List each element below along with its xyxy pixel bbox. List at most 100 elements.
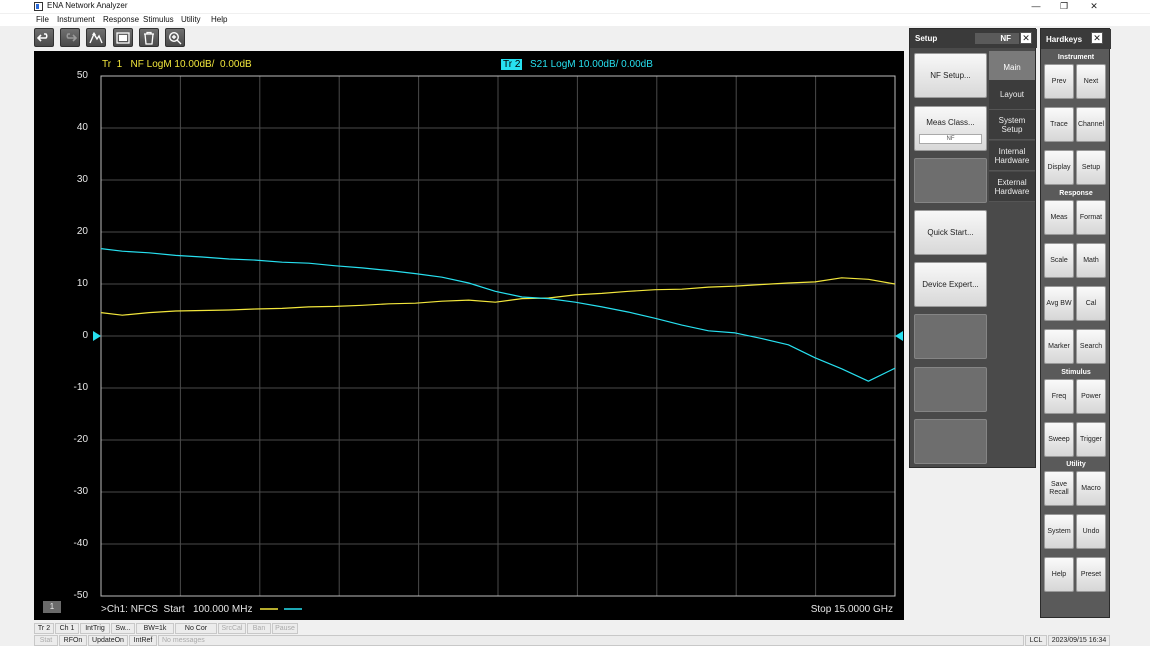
- trace-display[interactable]: Tr 1 NF LogM 10.00dB/ 0.00dB Tr 2 S21 Lo…: [34, 51, 904, 620]
- softkey-empty-3: [914, 367, 987, 412]
- setup-close-icon[interactable]: ✕: [1020, 32, 1032, 44]
- menu-response[interactable]: Response: [103, 15, 139, 24]
- tab-internal-hardware[interactable]: Internal Hardware: [989, 141, 1035, 171]
- softkey-value: NF: [919, 134, 982, 144]
- menu-utility[interactable]: Utility: [181, 15, 201, 24]
- redo-icon: [66, 33, 77, 42]
- status-ref[interactable]: IntRef: [129, 635, 157, 646]
- hardkey-setup[interactable]: Setup: [1076, 150, 1106, 185]
- app-icon: [34, 2, 43, 11]
- status-correction[interactable]: No Cor: [175, 623, 217, 634]
- status-stat: Stat: [34, 635, 58, 646]
- softkey-label: Device Expert...: [922, 280, 979, 289]
- hardkey-power[interactable]: Power: [1076, 379, 1106, 414]
- softkey-empty-1: [914, 158, 987, 203]
- menu-bar: File Instrument Response Stimulus Utilit…: [0, 14, 1150, 26]
- marker-button[interactable]: [86, 28, 106, 47]
- y-tick-label: 10: [76, 278, 88, 289]
- softkey-empty-2: [914, 314, 987, 359]
- section-response: Response: [1059, 190, 1093, 197]
- hardkey-display[interactable]: Display: [1044, 150, 1074, 185]
- softkey-meas-class[interactable]: Meas Class... NF: [914, 106, 987, 151]
- window-title: ENA Network Analyzer: [47, 1, 128, 10]
- hardkeys-header: Hardkeys ✕: [1041, 29, 1111, 49]
- trace-2-label[interactable]: S21 LogM 10.00dB/ 0.00dB: [530, 59, 653, 70]
- hardkey-freq[interactable]: Freq: [1044, 379, 1074, 414]
- softkey-quick-start[interactable]: Quick Start...: [914, 210, 987, 255]
- hardkey-meas[interactable]: Meas: [1044, 200, 1074, 235]
- hardkeys-panel: Hardkeys ✕ Instrument Prev Next Trace Ch…: [1040, 28, 1111, 618]
- screenshot-button[interactable]: [113, 28, 133, 47]
- zoom-button[interactable]: [165, 28, 185, 47]
- tab-system-setup[interactable]: System Setup: [989, 110, 1035, 140]
- hardkey-preset[interactable]: Preset: [1076, 557, 1106, 592]
- setup-mode[interactable]: NF: [975, 33, 1019, 44]
- softkey-nf-setup[interactable]: NF Setup...: [914, 53, 987, 98]
- setup-panel: Setup NF ✕ NF Setup... Meas Class... NF Q…: [909, 28, 1037, 468]
- hardkey-channel[interactable]: Channel: [1076, 107, 1106, 142]
- hardkeys-close-icon[interactable]: ✕: [1091, 32, 1103, 44]
- section-instrument: Instrument: [1057, 54, 1095, 61]
- y-tick-label: -50: [73, 590, 88, 601]
- hardkey-cal[interactable]: Cal: [1076, 286, 1106, 321]
- trace-1-label[interactable]: Tr 1 NF LogM 10.00dB/ 0.00dB: [102, 59, 252, 70]
- hardkey-avg-bw[interactable]: Avg BW: [1044, 286, 1074, 321]
- softkey-label: Quick Start...: [927, 228, 974, 237]
- status-lcl: LCL: [1025, 635, 1047, 646]
- hardkey-sweep[interactable]: Sweep: [1044, 422, 1074, 457]
- trash-icon: [144, 31, 154, 45]
- softkey-device-expert[interactable]: Device Expert...: [914, 262, 987, 307]
- hardkey-trace[interactable]: Trace: [1044, 107, 1074, 142]
- trace-plot[interactable]: [34, 51, 904, 620]
- screenshot-icon: [116, 32, 130, 44]
- y-tick-label: 0: [82, 330, 88, 341]
- status-datetime: 2023/09/15 16:34: [1048, 635, 1110, 646]
- minimize-button[interactable]: —: [1022, 0, 1050, 13]
- stop-frequency-label: Stop 15.0000 GHz: [810, 604, 893, 615]
- status-channel[interactable]: Ch 1: [55, 623, 79, 634]
- undo-button[interactable]: [34, 28, 54, 47]
- hardkey-search[interactable]: Search: [1076, 329, 1106, 364]
- status-bandwidth[interactable]: BW=1k: [136, 623, 174, 634]
- hardkey-help[interactable]: Help: [1044, 557, 1074, 592]
- status-rf[interactable]: RFOn: [59, 635, 87, 646]
- trace-2-tag[interactable]: Tr 2: [501, 59, 523, 70]
- y-tick-label: -30: [73, 486, 88, 497]
- menu-stimulus[interactable]: Stimulus: [143, 15, 174, 24]
- restore-button[interactable]: ❐: [1050, 0, 1078, 13]
- hardkeys-title: Hardkeys: [1046, 35, 1083, 44]
- redo-button[interactable]: [60, 28, 80, 47]
- hardkey-marker[interactable]: Marker: [1044, 329, 1074, 364]
- hardkey-scale[interactable]: Scale: [1044, 243, 1074, 278]
- channel-number[interactable]: 1: [43, 601, 61, 613]
- status-trace[interactable]: Tr 2: [34, 623, 54, 634]
- hardkey-undo[interactable]: Undo: [1076, 514, 1106, 549]
- menu-file[interactable]: File: [36, 15, 49, 24]
- title-bar: ENA Network Analyzer — ❐ ✕: [0, 0, 1150, 13]
- y-tick-label: 20: [76, 226, 88, 237]
- y-tick-label: -40: [73, 538, 88, 549]
- hardkey-prev[interactable]: Prev: [1044, 64, 1074, 99]
- status-sweep[interactable]: Sw...: [111, 623, 135, 634]
- hardkey-system[interactable]: System: [1044, 514, 1074, 549]
- status-trigger[interactable]: IntTrig: [80, 623, 110, 634]
- tab-layout[interactable]: Layout: [989, 80, 1035, 110]
- status-messages: No messages: [158, 635, 1024, 646]
- status-update[interactable]: UpdateOn: [88, 635, 128, 646]
- status-bar-bottom: Stat RFOn UpdateOn IntRef No messages LC…: [34, 635, 1110, 646]
- y-tick-label: 30: [76, 174, 88, 185]
- delete-button[interactable]: [139, 28, 159, 47]
- status-pause: Pause: [272, 623, 298, 634]
- tab-external-hardware[interactable]: External Hardware: [989, 172, 1035, 202]
- close-window-button[interactable]: ✕: [1080, 0, 1108, 13]
- hardkey-trigger[interactable]: Trigger: [1076, 422, 1106, 457]
- menu-help[interactable]: Help: [211, 15, 227, 24]
- hardkey-math[interactable]: Math: [1076, 243, 1106, 278]
- y-tick-label: 50: [76, 70, 88, 81]
- setup-title: Setup: [915, 34, 938, 43]
- menu-instrument[interactable]: Instrument: [57, 15, 95, 24]
- hardkey-save-recall[interactable]: Save Recall: [1044, 471, 1074, 506]
- hardkey-next[interactable]: Next: [1076, 64, 1106, 99]
- hardkey-macro[interactable]: Macro: [1076, 471, 1106, 506]
- hardkey-format[interactable]: Format: [1076, 200, 1106, 235]
